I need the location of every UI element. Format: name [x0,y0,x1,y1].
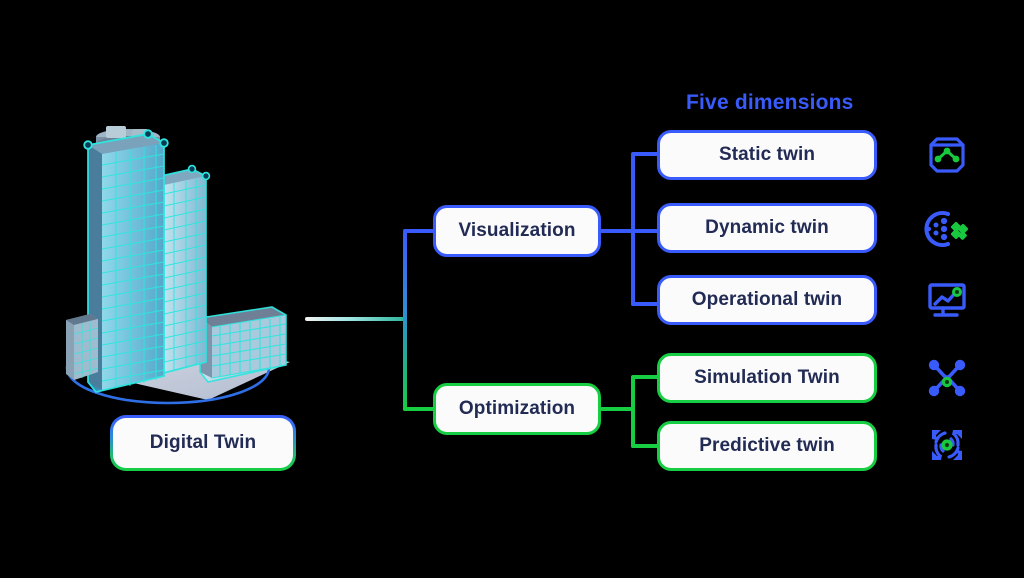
dimension-label-simulation-twin: Simulation Twin [694,367,840,388]
branch-node-optimization[interactable]: Optimization [433,383,601,435]
connector-visualization-stem [599,229,633,233]
dimension-label-operational-twin: Operational twin [691,289,843,310]
branch-node-optimization-label: Optimization [458,398,576,419]
dimension-node-predictive-twin[interactable]: Predictive twin [657,421,877,471]
digital-twin-building-illustration [40,110,360,410]
diagram-canvas: Digital Twin Visualization Optimization … [0,0,1024,578]
dimension-label-dynamic-twin: Dynamic twin [705,217,829,238]
connector-trunk-to-visualization [403,229,435,233]
connector-trunk-vertical [403,231,407,411]
data-flow-icon [923,205,971,253]
dimension-node-static-twin[interactable]: Static twin [657,130,877,180]
node-cross-network-icon [923,354,971,402]
connector-trunk-to-optimization [403,407,435,411]
root-node-digital-twin[interactable]: Digital Twin [110,415,296,471]
radar-target-icon [923,421,971,469]
dimension-label-static-twin: Static twin [718,144,816,165]
connector-optimization-bracket [631,376,635,448]
building-svg [65,126,290,405]
five-dimensions-heading: Five dimensions [686,91,854,114]
low-rise-wing [199,306,287,383]
connector-optimization-stem [599,407,633,411]
dimension-label-predictive-twin: Predictive twin [699,435,835,456]
root-node-label: Digital Twin [113,418,293,468]
dimension-node-dynamic-twin[interactable]: Dynamic twin [657,203,877,253]
cube-network-icon [923,131,971,179]
left-annex [66,314,99,380]
dimension-node-simulation-twin[interactable]: Simulation Twin [657,353,877,403]
dimension-node-operational-twin[interactable]: Operational twin [657,275,877,325]
branch-node-visualization-label: Visualization [458,220,576,241]
monitor-chart-icon [923,275,971,323]
branch-node-visualization[interactable]: Visualization [433,205,601,257]
